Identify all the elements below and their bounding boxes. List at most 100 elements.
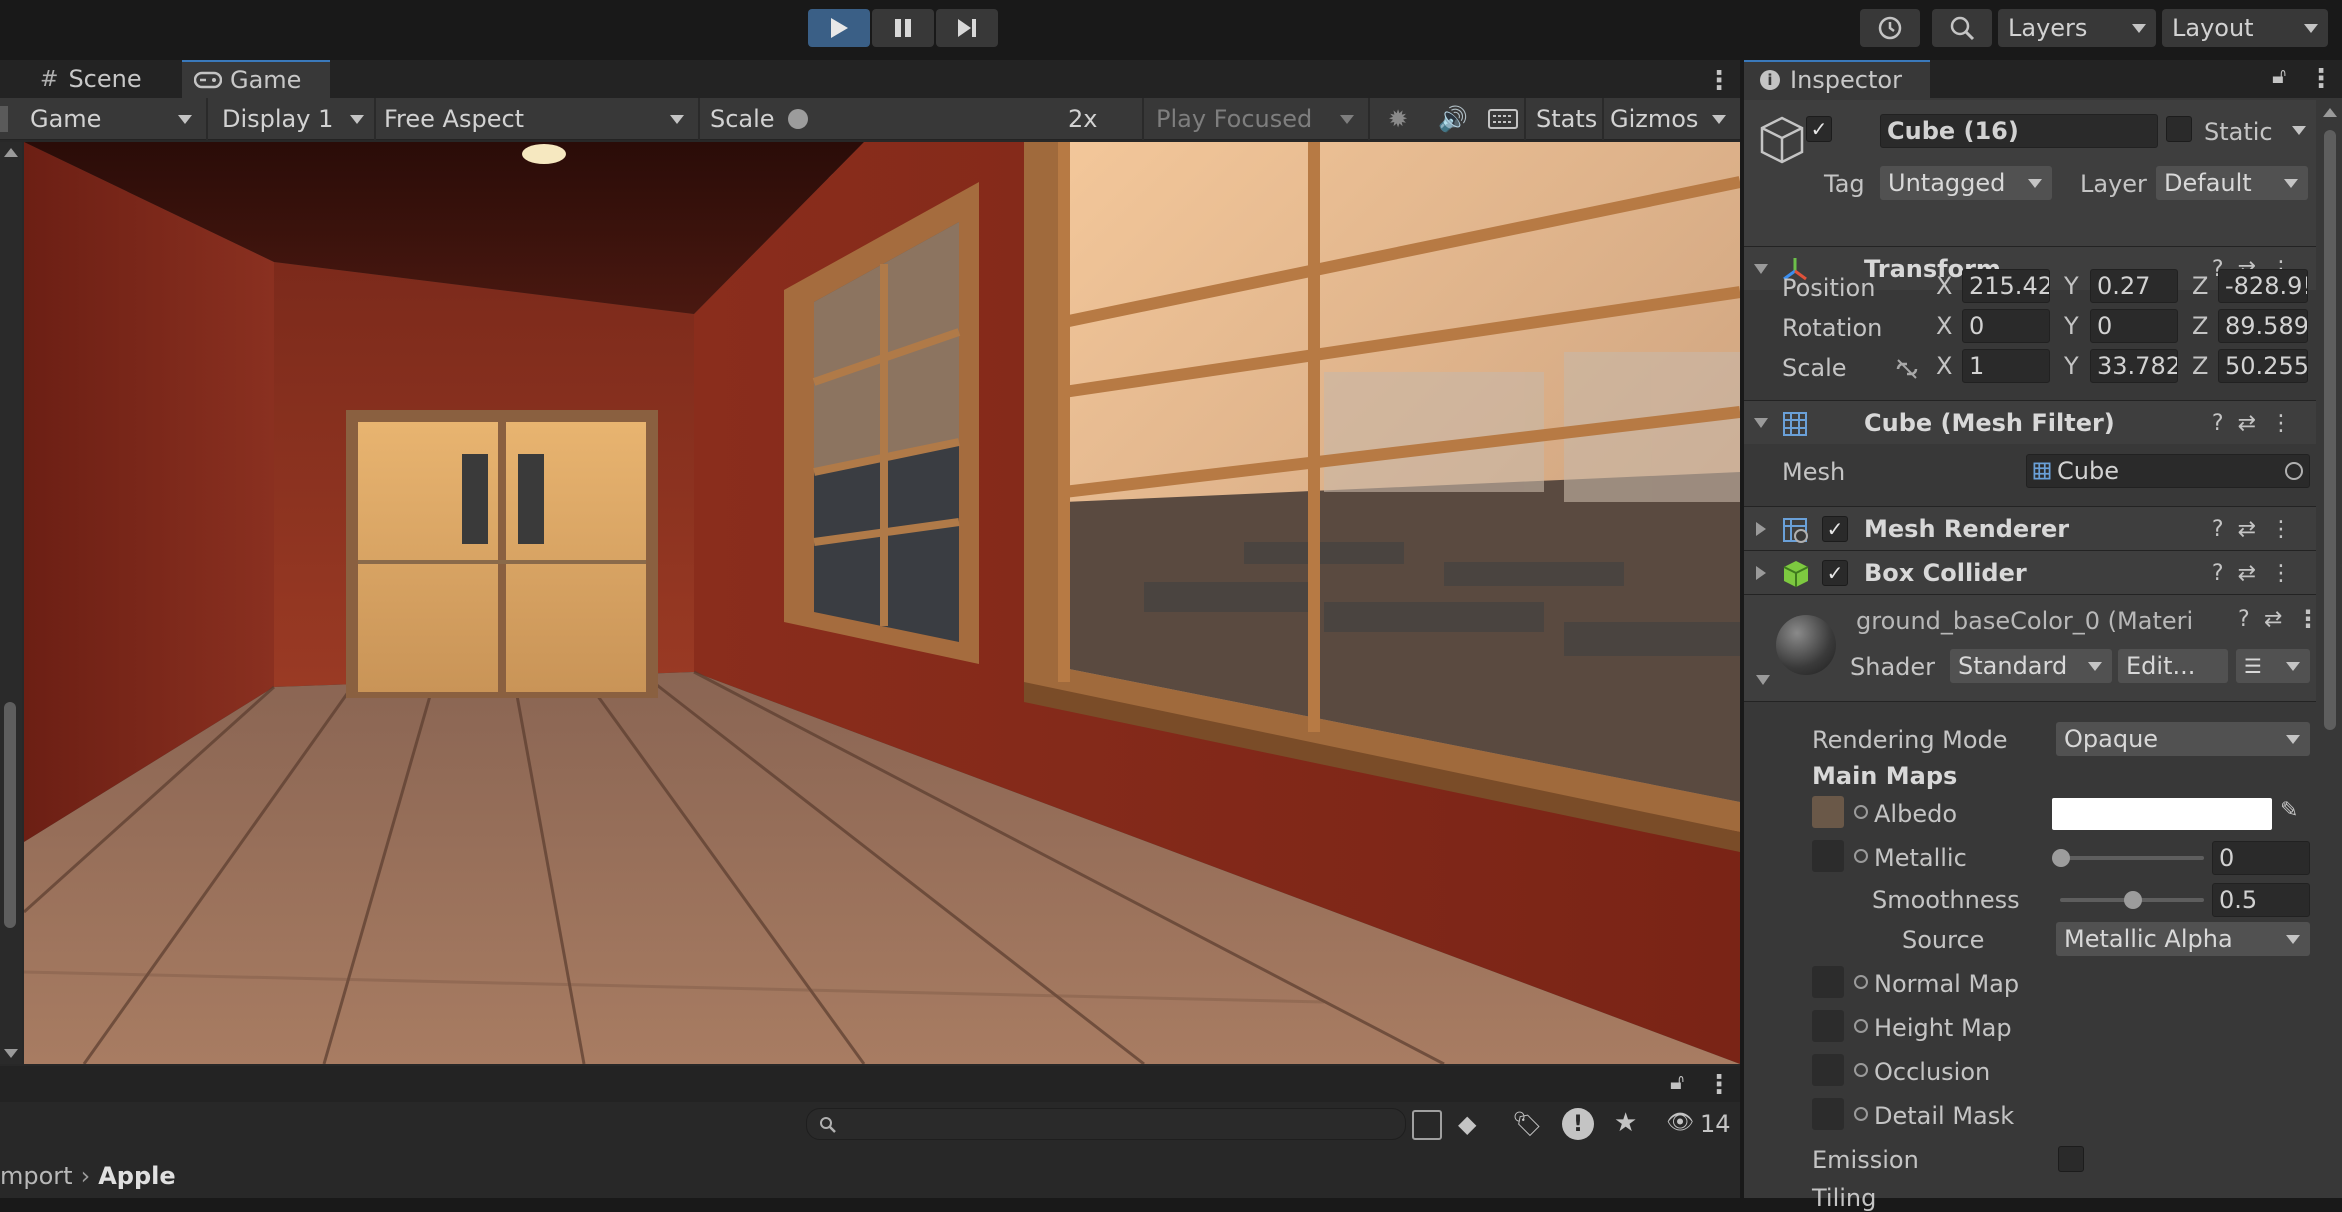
tab-scene[interactable]: # Scene xyxy=(30,60,180,98)
tab-game[interactable]: Game xyxy=(182,60,330,98)
object-picker-icon[interactable] xyxy=(2285,462,2303,480)
emission-checkbox[interactable] xyxy=(2058,1146,2084,1172)
box-collider-enabled-checkbox[interactable]: ✓ xyxy=(1822,560,1848,586)
foldout-arrow-icon[interactable] xyxy=(1754,264,1768,274)
filter-by-type-icon[interactable]: ◆ xyxy=(1458,1110,1476,1138)
scroll-up-arrow[interactable] xyxy=(4,148,18,157)
component-header-icons[interactable]: ?⇄⋮ xyxy=(2212,561,2306,586)
foldout-arrow-icon[interactable] xyxy=(1754,418,1768,428)
display-dropdown[interactable]: Display 1 xyxy=(214,101,374,137)
more-options-icon[interactable]: ⋮ xyxy=(2270,517,2306,542)
albedo-color-field[interactable] xyxy=(2052,798,2272,830)
box-collider-header[interactable]: ✓ Box Collider ?⇄⋮ xyxy=(1744,550,2316,594)
layer-dropdown[interactable]: Default xyxy=(2156,166,2308,200)
normal-map-texture-slot[interactable] xyxy=(1812,966,1844,998)
foldout-arrow-icon[interactable] xyxy=(1756,566,1766,580)
help-icon[interactable]: ? xyxy=(2212,561,2238,586)
mesh-filter-header[interactable]: Cube (Mesh Filter) ?⇄⋮ xyxy=(1744,400,2316,444)
foldout-arrow-icon[interactable] xyxy=(1756,522,1766,536)
position-z-field[interactable]: -828.9! xyxy=(2218,269,2308,303)
rotation-y-field[interactable]: 0 xyxy=(2090,309,2178,343)
step-button[interactable] xyxy=(936,9,998,47)
material-options-dropdown[interactable]: ☰ xyxy=(2236,649,2310,683)
scroll-down-arrow[interactable] xyxy=(4,1049,18,1058)
source-dropdown[interactable]: Metallic Alpha xyxy=(2056,922,2310,956)
inspector-scrollbar[interactable] xyxy=(2318,100,2342,1198)
constrain-proportions-icon[interactable] xyxy=(1894,356,1920,382)
rendering-mode-dropdown[interactable]: Opaque xyxy=(2056,722,2310,756)
metallic-slider-track[interactable] xyxy=(2060,856,2204,860)
presets-icon[interactable]: ⇄ xyxy=(2238,517,2270,542)
mesh-renderer-header[interactable]: ✓ Mesh Renderer ?⇄⋮ xyxy=(1744,506,2316,550)
warning-icon[interactable]: ! xyxy=(1562,1108,1594,1140)
hidden-packages-icon[interactable]: 👁︎ xyxy=(1666,1110,1694,1135)
mesh-object-field[interactable]: Cube xyxy=(2026,454,2310,488)
static-dropdown[interactable] xyxy=(2292,126,2306,135)
metallic-value-field[interactable]: 0 xyxy=(2212,841,2310,875)
texture-picker-icon[interactable] xyxy=(1854,1019,1868,1033)
foldout-arrow-icon[interactable] xyxy=(1756,675,1770,685)
eyedropper-icon[interactable]: ✎ xyxy=(2280,798,2298,823)
position-x-field[interactable]: 215.42 xyxy=(1962,269,2050,303)
rotation-z-field[interactable]: 89.589 xyxy=(2218,309,2308,343)
scrollbar-thumb[interactable] xyxy=(2324,130,2336,730)
help-icon[interactable]: ? xyxy=(2212,411,2238,436)
tab-inspector[interactable]: i Inspector xyxy=(1744,60,1930,98)
stats-button[interactable]: Stats xyxy=(1528,101,1600,137)
help-icon[interactable]: ? xyxy=(2238,607,2250,632)
filter-by-label-icon[interactable]: 🏷︎ xyxy=(1512,1110,1542,1138)
gizmos-button[interactable]: Gizmos xyxy=(1602,101,1702,137)
component-header-icons[interactable]: ?⇄⋮ xyxy=(2212,517,2306,542)
bug-icon[interactable]: ✹ xyxy=(1380,101,1416,137)
more-options-icon[interactable]: ⋮ xyxy=(2270,561,2306,586)
lock-icon[interactable]: 🔓︎ xyxy=(2272,64,2286,89)
position-y-field[interactable]: 0.27 xyxy=(2090,269,2178,303)
search-button[interactable] xyxy=(1932,9,1992,47)
edit-shader-button[interactable]: Edit... xyxy=(2118,649,2228,683)
object-name-field[interactable]: Cube (16) xyxy=(1880,114,2158,148)
static-checkbox[interactable] xyxy=(2166,116,2192,142)
texture-picker-icon[interactable] xyxy=(1854,1107,1868,1121)
breadcrumb-item-current[interactable]: Apple xyxy=(98,1162,175,1190)
search-options-icon[interactable] xyxy=(1412,1110,1442,1140)
texture-picker-icon[interactable] xyxy=(1854,1063,1868,1077)
texture-picker-icon[interactable] xyxy=(1854,975,1868,989)
pause-button[interactable] xyxy=(872,9,934,47)
more-options-icon[interactable]: ⋮ xyxy=(2270,411,2306,436)
more-options-icon[interactable]: ⋮ xyxy=(1706,66,1732,96)
play-focused-dropdown[interactable]: Play Focused xyxy=(1148,101,1364,137)
scale-x-field[interactable]: 1 xyxy=(1962,349,2050,383)
scale-z-field[interactable]: 50.255 xyxy=(2218,349,2308,383)
scale-y-field[interactable]: 33.782 xyxy=(2090,349,2178,383)
gizmos-dropdown[interactable] xyxy=(1702,101,1736,137)
scrollbar-thumb[interactable] xyxy=(4,702,16,928)
presets-icon[interactable]: ⇄ xyxy=(2264,607,2282,632)
rotation-x-field[interactable]: 0 xyxy=(1962,309,2050,343)
shader-dropdown[interactable]: Standard xyxy=(1950,649,2112,683)
tag-dropdown[interactable]: Untagged xyxy=(1880,166,2052,200)
scale-slider-knob[interactable] xyxy=(788,109,808,129)
scroll-up-arrow[interactable] xyxy=(2323,108,2337,117)
smoothness-value-field[interactable]: 0.5 xyxy=(2212,883,2310,917)
lock-icon[interactable]: 🔓︎ xyxy=(1670,1070,1684,1095)
presets-icon[interactable]: ⇄ xyxy=(2238,411,2270,436)
layout-dropdown[interactable]: Layout xyxy=(2162,9,2328,47)
help-icon[interactable]: ? xyxy=(2212,517,2238,542)
albedo-texture-slot[interactable] xyxy=(1812,796,1844,828)
breadcrumb-item[interactable]: mport xyxy=(0,1162,73,1190)
metallic-texture-slot[interactable] xyxy=(1812,840,1844,872)
audio-icon[interactable]: 🔊 xyxy=(1430,101,1468,137)
texture-picker-icon[interactable] xyxy=(1854,805,1868,819)
view-mode-dropdown[interactable]: Game xyxy=(22,101,202,137)
texture-picker-icon[interactable] xyxy=(1854,849,1868,863)
height-map-texture-slot[interactable] xyxy=(1812,1010,1844,1042)
search-field[interactable] xyxy=(806,1108,1406,1140)
metallic-slider-knob[interactable] xyxy=(2052,849,2070,867)
component-header-icons[interactable]: ?⇄⋮ xyxy=(2212,411,2306,436)
mesh-renderer-enabled-checkbox[interactable]: ✓ xyxy=(1822,516,1848,542)
favorites-star-icon[interactable]: ★ xyxy=(1614,1108,1637,1138)
aspect-dropdown[interactable]: Free Aspect xyxy=(376,101,694,137)
more-options-icon[interactable]: ⋮ xyxy=(1706,1070,1732,1100)
more-options-icon[interactable]: ⋮ xyxy=(2308,64,2334,94)
detail-mask-texture-slot[interactable] xyxy=(1812,1098,1844,1130)
